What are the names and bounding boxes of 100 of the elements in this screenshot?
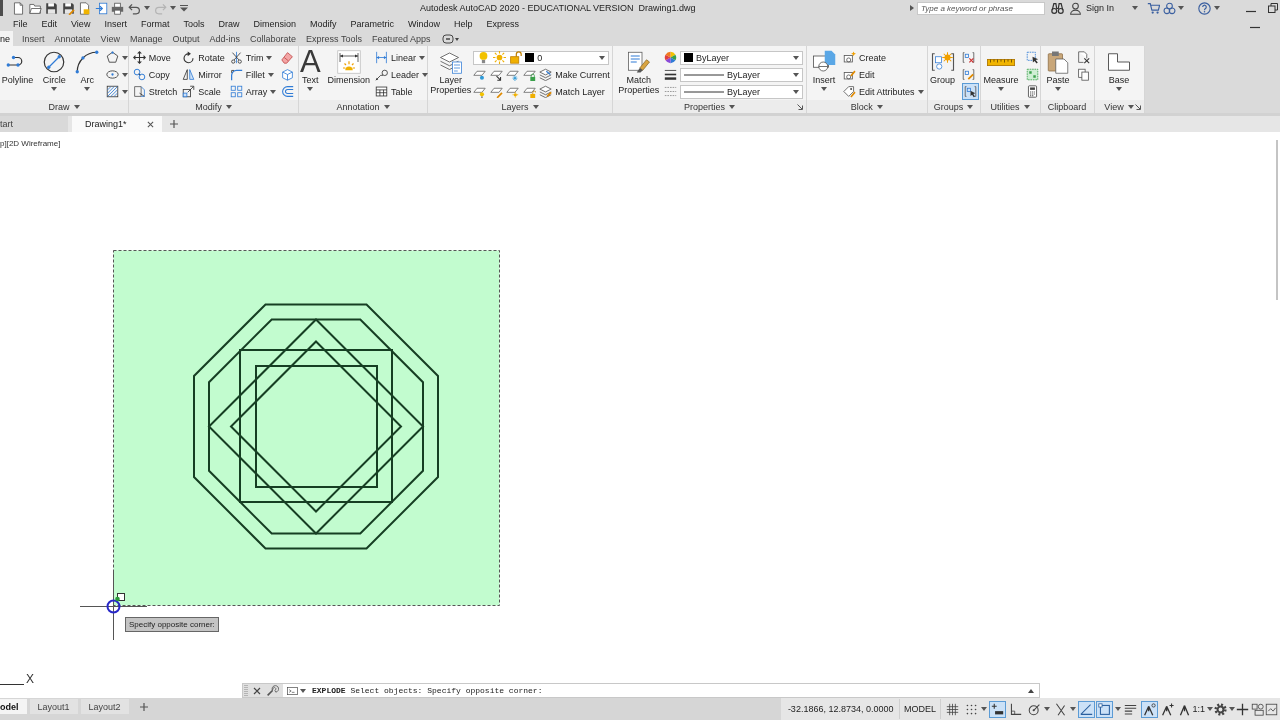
- sign-in-button[interactable]: Sign In: [1085, 3, 1114, 13]
- ribbon-tab[interactable]: ne: [0, 31, 13, 46]
- ribbon-tab[interactable]: Insert: [17, 31, 50, 46]
- caret-icon[interactable]: [122, 55, 129, 60]
- export-icon[interactable]: [94, 1, 108, 15]
- scrollbar[interactable]: [1276, 140, 1278, 300]
- ribbon-button[interactable]: Paste: [1044, 49, 1073, 91]
- menu-item[interactable]: Parametric: [343, 16, 401, 31]
- ribbon-tab[interactable]: Manage: [124, 31, 168, 46]
- document-x-icon[interactable]: [1077, 51, 1091, 64]
- ribbon-tab[interactable]: Add-ins: [204, 31, 245, 46]
- copy-icon[interactable]: [1077, 68, 1091, 81]
- hatch-icon[interactable]: [106, 85, 120, 98]
- ribbon-button[interactable]: Trim: [229, 49, 273, 66]
- model-space-button[interactable]: MODEL: [898, 699, 941, 719]
- file-tab[interactable]: Drawing1*: [72, 116, 162, 132]
- ribbon-button[interactable]: Rotate: [182, 49, 225, 66]
- help-icon[interactable]: [1198, 1, 1211, 15]
- menu-item[interactable]: Insert: [97, 16, 134, 31]
- caret-icon[interactable]: [122, 89, 129, 94]
- color-wheel-icon[interactable]: [663, 51, 677, 64]
- dropdown[interactable]: 0: [473, 50, 610, 65]
- command-input-field[interactable]: EXPLODE Select objects: Specify opposite corner:: [283, 684, 1039, 697]
- caret-icon[interactable]: [170, 6, 176, 10]
- menu-item[interactable]: File: [6, 16, 35, 31]
- line-chart-icon[interactable]: [1265, 702, 1278, 716]
- ellipse-icon[interactable]: [106, 68, 120, 81]
- eraser-icon[interactable]: [281, 51, 295, 64]
- ribbon-button[interactable]: Circle: [40, 49, 69, 91]
- lineweight-icon[interactable]: [663, 68, 677, 81]
- layer-lock-icon[interactable]: [522, 68, 536, 81]
- menu-item[interactable]: View: [64, 16, 98, 31]
- offset-icon[interactable]: [281, 85, 295, 98]
- ribbon-button[interactable]: Measure: [981, 49, 1021, 91]
- caret-icon[interactable]: [1044, 707, 1051, 711]
- ribbon-button[interactable]: Match Layer: [539, 83, 605, 100]
- file-tab[interactable]: tart: [0, 116, 68, 132]
- cube-icon[interactable]: [281, 68, 295, 81]
- ribbon-button[interactable]: Table: [375, 83, 413, 100]
- ribbon-button[interactable]: Linear: [375, 49, 426, 66]
- layout-tab[interactable]: odel: [0, 699, 27, 714]
- snap-square-icon[interactable]: [1096, 700, 1114, 718]
- polygon-icon[interactable]: [106, 51, 120, 64]
- caret-icon[interactable]: [1214, 6, 1220, 10]
- document-icon[interactable]: [78, 1, 91, 15]
- toolbar-menu-icon[interactable]: [179, 4, 188, 12]
- menu-item[interactable]: Draw: [211, 16, 247, 31]
- ribbon-button[interactable]: Edit: [843, 66, 875, 83]
- caret-icon[interactable]: [1178, 6, 1184, 10]
- ribbon-button[interactable]: Group: [928, 49, 958, 85]
- dialog-launcher-icon[interactable]: [797, 103, 803, 110]
- tripod-plus-icon[interactable]: [1159, 700, 1177, 718]
- ribbon-button[interactable]: Move: [132, 49, 171, 66]
- tripod-icon[interactable]: [1178, 702, 1191, 716]
- dialog-launcher-icon[interactable]: [1134, 103, 1141, 110]
- caret-icon[interactable]: [1206, 707, 1213, 711]
- menu-item[interactable]: Modify: [303, 16, 344, 31]
- menu-item[interactable]: Window: [401, 16, 448, 31]
- ribbon-button[interactable]: Fillet: [229, 66, 274, 83]
- ribbon-tab[interactable]: Express Tools: [301, 31, 367, 46]
- ribbon-button[interactable]: Dimension: [325, 49, 373, 85]
- wrench-icon[interactable]: [266, 684, 279, 697]
- ribbon-toggle-icon[interactable]: [442, 33, 461, 44]
- ribbon-button[interactable]: Scale: [182, 83, 221, 100]
- ribbon-button[interactable]: Match Properties: [616, 49, 662, 95]
- plus-bar-icon[interactable]: [989, 700, 1006, 718]
- ribbon-button[interactable]: Leader: [375, 66, 429, 83]
- dropdown[interactable]: ByLayer: [680, 50, 803, 65]
- terminal-icon[interactable]: [287, 686, 298, 695]
- caret-icon[interactable]: [1132, 6, 1138, 10]
- dropdown[interactable]: ByLayer: [680, 84, 803, 99]
- caret-icon[interactable]: [300, 688, 306, 693]
- print-icon[interactable]: [111, 1, 124, 15]
- caret-icon[interactable]: [981, 707, 988, 711]
- menu-item[interactable]: Edit: [34, 16, 65, 31]
- rings-icon[interactable]: [1163, 1, 1176, 15]
- new-file-icon[interactable]: [12, 1, 25, 15]
- group-x-icon[interactable]: [962, 51, 976, 64]
- layer-dot-icon[interactable]: [473, 68, 487, 81]
- group-pencil-icon[interactable]: [962, 68, 976, 81]
- ribbon-button[interactable]: Copy: [132, 66, 170, 83]
- menu-item[interactable]: Tools: [176, 16, 212, 31]
- tripod-icon[interactable]: [1141, 700, 1158, 718]
- shapes-icon[interactable]: [1250, 702, 1264, 716]
- gear-icon[interactable]: [1214, 702, 1227, 716]
- menu-item[interactable]: Dimension: [246, 16, 303, 31]
- save-icon[interactable]: [45, 1, 58, 15]
- close-icon[interactable]: [147, 120, 154, 128]
- save-as-icon[interactable]: [61, 1, 75, 15]
- menu-item[interactable]: Format: [133, 16, 177, 31]
- ribbon-tab[interactable]: Collaborate: [245, 31, 302, 46]
- ribbon-tab[interactable]: Output: [167, 31, 205, 46]
- ribbon-button[interactable]: Make Current: [539, 66, 610, 83]
- ribbon-button[interactable]: Arc: [73, 49, 102, 91]
- ribbon-button[interactable]: Base: [1105, 49, 1134, 91]
- calculator-icon[interactable]: [1025, 85, 1039, 98]
- open-folder-icon[interactable]: [28, 1, 42, 15]
- caret-icon[interactable]: [1228, 707, 1235, 711]
- caret-icon[interactable]: [144, 6, 150, 10]
- layout-tab[interactable]: Layout2: [80, 699, 129, 714]
